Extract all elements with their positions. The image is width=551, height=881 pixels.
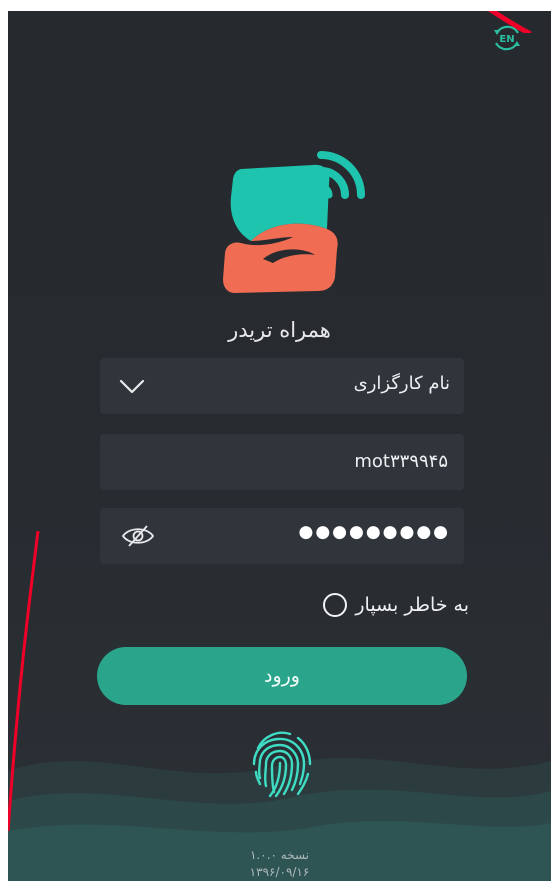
app-logo xyxy=(223,151,365,293)
version-info: نسخه ۱.۰.۰ ۱۳۹۶/۰۹/۱۶ xyxy=(8,847,551,881)
version-date: ۱۳۹۶/۰۹/۱۶ xyxy=(249,865,310,879)
remember-me-radio[interactable] xyxy=(323,593,348,617)
eye-slash-icon[interactable] xyxy=(120,524,156,548)
app-title: همراه تریدر xyxy=(228,318,331,342)
login-button-label: ورود xyxy=(264,665,300,687)
chevron-down-icon[interactable] xyxy=(118,374,146,398)
version-number: نسخه ۱.۰.۰ xyxy=(249,848,309,862)
broker-select[interactable]: نام کارگزاری xyxy=(100,358,464,414)
remember-me-label: به خاطر بسپار xyxy=(355,594,469,616)
password-field[interactable]: ●●●●●●●●● xyxy=(100,508,464,564)
username-field[interactable] xyxy=(100,434,464,490)
language-switch-icon: EN xyxy=(494,25,520,51)
language-label: EN xyxy=(499,34,514,45)
fingerprint-icon[interactable] xyxy=(244,724,320,800)
password-mask[interactable]: ●●●●●●●●● xyxy=(298,522,450,542)
username-input[interactable] xyxy=(196,450,450,473)
language-toggle-button[interactable]: EN xyxy=(491,22,523,54)
remember-me-toggle[interactable]: به خاطر بسپار xyxy=(323,589,469,621)
login-button[interactable]: ورود xyxy=(97,647,467,705)
annotation-edge-stroke xyxy=(8,531,40,831)
login-screen: EN همراه تریدر نام کارگزاری ●●●●●●●●● به… xyxy=(8,11,551,881)
broker-placeholder: نام کارگزاری xyxy=(353,373,450,394)
